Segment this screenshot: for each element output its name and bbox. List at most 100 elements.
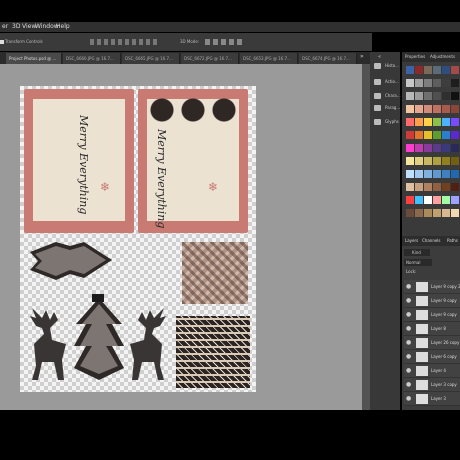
color-swatch[interactable] [424, 66, 432, 74]
eye-icon[interactable]: ● [406, 354, 412, 360]
eye-icon[interactable]: ● [406, 368, 412, 374]
menu-item-help[interactable]: Help [56, 22, 70, 32]
blend-mode-select[interactable]: Normal [404, 259, 432, 266]
3d-mode-icons[interactable] [205, 39, 245, 45]
color-swatch[interactable] [415, 66, 423, 74]
panel-histogram[interactable]: Histo... [371, 60, 400, 72]
color-swatch[interactable] [442, 66, 450, 74]
tabs-overflow-icon[interactable]: » [360, 53, 364, 60]
tab-dsc-6660[interactable]: DSC_6660.JPG @ 16.7... [63, 53, 121, 64]
color-swatch[interactable] [451, 131, 459, 139]
color-swatch[interactable] [442, 92, 450, 100]
color-swatch[interactable] [433, 79, 441, 87]
eye-icon[interactable]: ● [406, 284, 412, 290]
color-swatch[interactable] [424, 157, 432, 165]
layer-row[interactable]: ● Layer 6 copy [404, 350, 460, 364]
panel-glyphs[interactable]: Glyphs [371, 116, 400, 128]
color-swatch[interactable] [451, 79, 459, 87]
color-swatch[interactable] [433, 170, 441, 178]
color-swatch[interactable] [406, 170, 414, 178]
color-swatch[interactable] [415, 196, 423, 204]
document-canvas[interactable]: Merry Everything ❄ Merry Everything ❄ [20, 86, 256, 392]
color-swatch[interactable] [433, 66, 441, 74]
color-swatch[interactable] [415, 209, 423, 217]
kind-filter[interactable]: Kind [404, 249, 430, 256]
eye-icon[interactable]: ● [406, 312, 412, 318]
color-swatch[interactable] [433, 209, 441, 217]
color-swatch[interactable] [415, 118, 423, 126]
eye-icon[interactable]: ● [406, 340, 412, 346]
vertical-scrollbar[interactable] [362, 64, 370, 410]
tab-channels[interactable]: Channels [422, 236, 441, 246]
color-swatch[interactable] [424, 209, 432, 217]
color-swatch[interactable] [415, 183, 423, 191]
color-swatch[interactable] [415, 79, 423, 87]
eye-icon[interactable]: ● [406, 298, 412, 304]
layer-row[interactable]: ● Layer 3 copy [404, 378, 460, 392]
color-swatch[interactable] [424, 92, 432, 100]
menu-item-3d[interactable]: 3D [12, 22, 20, 32]
color-swatch[interactable] [442, 144, 450, 152]
color-swatch[interactable] [424, 118, 432, 126]
layer-row[interactable]: ● Layer 9 copy [404, 308, 460, 322]
color-swatch[interactable] [415, 105, 423, 113]
layer-row[interactable]: ● Layer 3 [404, 392, 460, 406]
panel-paragraph[interactable]: Parag... [371, 102, 400, 114]
color-swatch[interactable] [451, 196, 459, 204]
color-swatch[interactable] [442, 157, 450, 165]
color-swatch[interactable] [451, 183, 459, 191]
color-swatch[interactable] [415, 144, 423, 152]
color-swatch[interactable] [442, 183, 450, 191]
panel-actions[interactable]: Actio... [371, 76, 400, 88]
color-swatch[interactable] [451, 105, 459, 113]
color-swatch[interactable] [433, 118, 441, 126]
color-swatch[interactable] [451, 209, 459, 217]
color-swatch[interactable] [433, 144, 441, 152]
color-swatch[interactable] [406, 144, 414, 152]
layer-row[interactable]: ● Layer 9 copy 2 [404, 280, 460, 294]
color-swatch[interactable] [451, 144, 459, 152]
color-swatch[interactable] [406, 131, 414, 139]
color-swatch[interactable] [442, 79, 450, 87]
color-swatch[interactable] [442, 118, 450, 126]
color-swatch[interactable] [433, 131, 441, 139]
tab-properties[interactable]: Properties [405, 52, 425, 62]
tab-paths[interactable]: Paths [447, 236, 458, 246]
color-swatch[interactable] [406, 66, 414, 74]
color-swatch[interactable] [442, 209, 450, 217]
menu-item-edit[interactable]: er [2, 22, 8, 32]
color-swatch[interactable] [451, 66, 459, 74]
color-swatch[interactable] [442, 131, 450, 139]
color-swatch[interactable] [406, 157, 414, 165]
layer-row[interactable]: ● Layer 26 copy [404, 336, 460, 350]
color-swatch[interactable] [424, 183, 432, 191]
color-swatch[interactable] [433, 105, 441, 113]
color-swatch[interactable] [406, 118, 414, 126]
tab-dsc-6653[interactable]: DSC_6653.JPG @ 16.7... [240, 53, 298, 64]
color-swatch[interactable] [415, 170, 423, 178]
color-swatch[interactable] [451, 157, 459, 165]
transform-controls-checkbox[interactable] [0, 40, 4, 44]
tab-dsc-6665[interactable]: DSC_6665.JPG @ 16.7... [122, 53, 180, 64]
color-swatch[interactable] [424, 196, 432, 204]
tab-dsc-6674[interactable]: DSC_6674.JPG @ 16.7... [299, 53, 357, 64]
color-swatch[interactable] [424, 131, 432, 139]
color-swatch[interactable] [415, 131, 423, 139]
color-swatch[interactable] [433, 157, 441, 165]
color-swatch[interactable] [424, 79, 432, 87]
color-swatch[interactable] [451, 118, 459, 126]
eye-icon[interactable]: ● [406, 326, 412, 332]
color-swatch[interactable] [433, 196, 441, 204]
color-swatch[interactable] [451, 170, 459, 178]
tab-dsc-6672[interactable]: DSC_6672.JPG @ 16.7... [181, 53, 239, 64]
eye-icon[interactable]: ● [406, 382, 412, 388]
panel-character[interactable]: Chara... [371, 90, 401, 102]
color-swatch[interactable] [424, 105, 432, 113]
color-swatch[interactable] [433, 92, 441, 100]
color-swatch[interactable] [406, 196, 414, 204]
color-swatch[interactable] [451, 92, 459, 100]
layer-row[interactable]: ● Layer 9 copy [404, 294, 460, 308]
color-swatch[interactable] [442, 170, 450, 178]
tab-layers[interactable]: Layers [405, 236, 418, 246]
layer-row[interactable]: ● Layer 4 [404, 364, 460, 378]
